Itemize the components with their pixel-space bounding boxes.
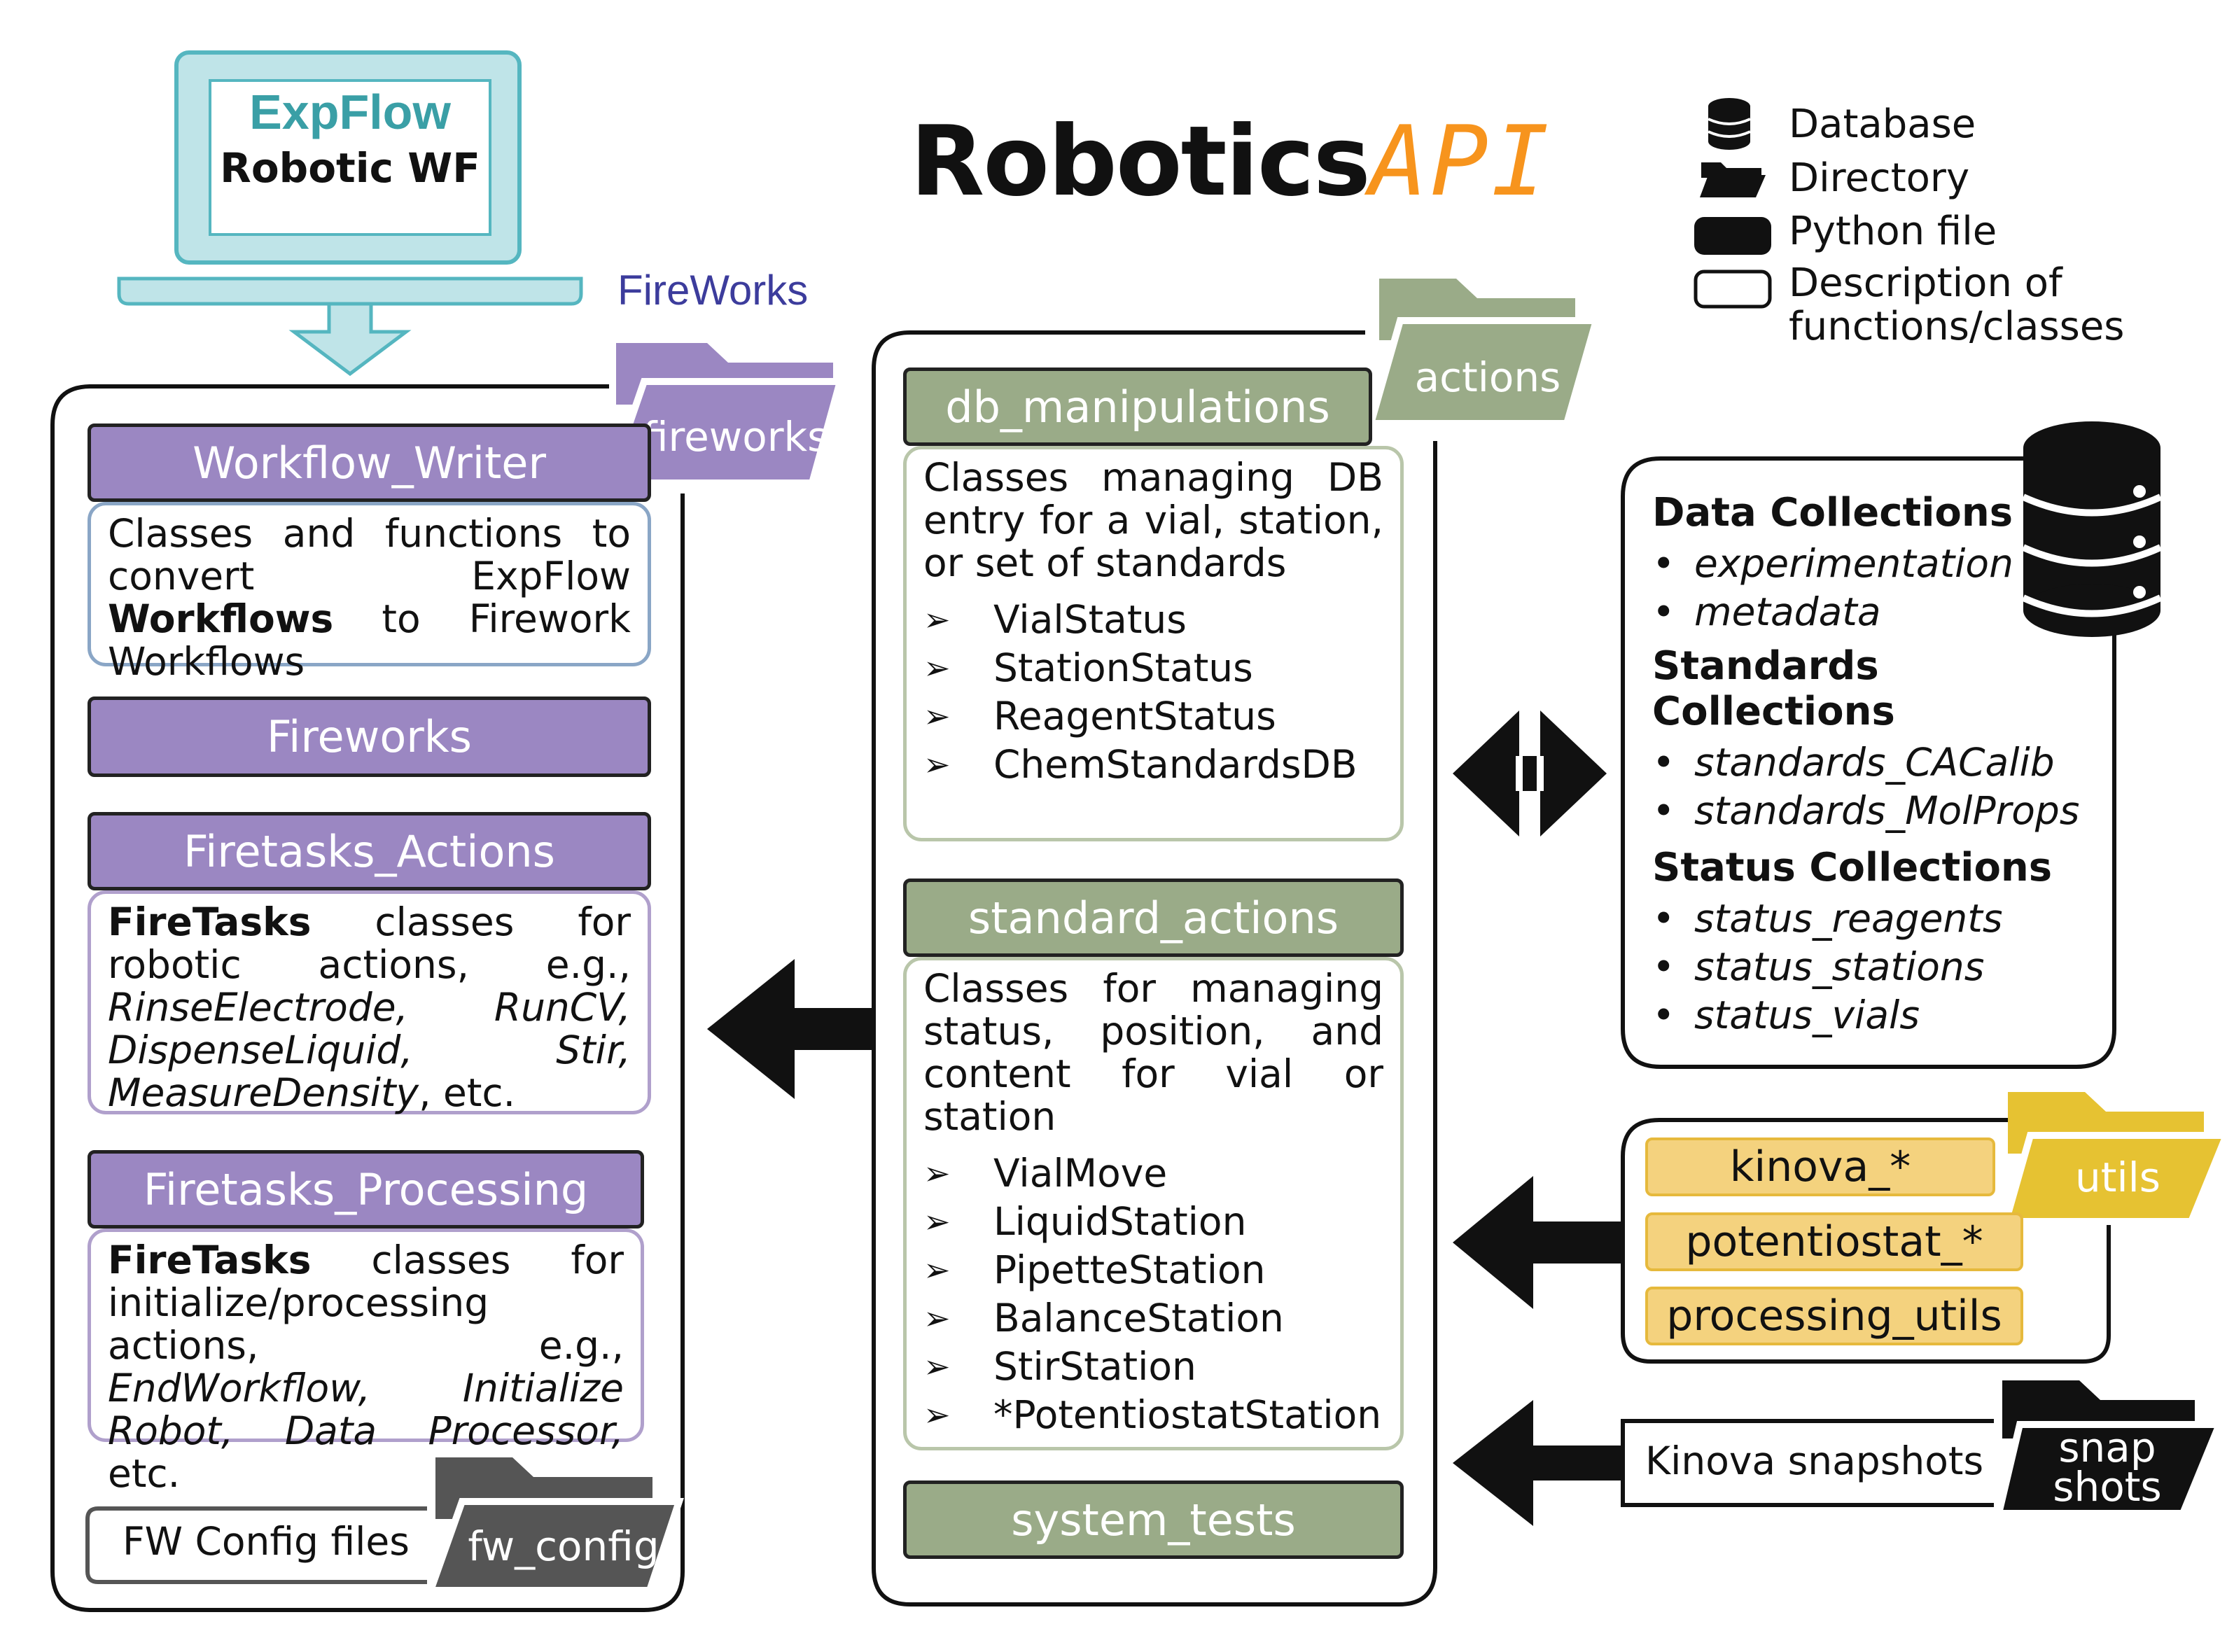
legend-python-file-label: Python file (1789, 209, 1997, 254)
list-item: ➢ StirStation (923, 1344, 1196, 1389)
expflow-subtitle: Robotic WF (220, 144, 480, 192)
arrow-from-utils (1453, 1176, 1623, 1309)
title-main: Robotics (910, 105, 1371, 218)
legend-folder-icon (1700, 162, 1766, 197)
workflow-writer-header: Workflow_Writer (88, 424, 651, 502)
arrow-to-left-panel (707, 959, 874, 1099)
title-accent: API (1369, 105, 1553, 218)
list-item: ➢ VialMove (923, 1151, 1168, 1196)
collection-item: experimentation (1652, 540, 2086, 588)
db-manipulations-header: db_manipulations (903, 368, 1372, 446)
list-item: ➢ VialStatus (923, 597, 1187, 642)
db-manipulations-list: ➢ VialStatus ➢ StationStatus ➢ ReagentStatu… (923, 596, 1383, 789)
collection-item: standards_MolProps (1652, 787, 2086, 835)
db-manipulations-description: Classes managing DB entry for a vial, st… (903, 446, 1404, 841)
fireworks-folder-label: fireworks (643, 413, 829, 461)
list-item: ➢ ReagentStatus (923, 694, 1276, 738)
fw-config-label: FW Config files (123, 1519, 410, 1564)
fw-config-folder-label: fw_config (468, 1522, 659, 1570)
firetasks-processing-header: Firetasks_Processing (88, 1150, 644, 1228)
collection-item: standards_CACalib (1652, 738, 2086, 787)
collection-item: status_reagents (1652, 895, 2086, 943)
collection-group-title: Data Collections (1652, 490, 2013, 536)
legend-database-label: Database (1789, 102, 1976, 147)
standard-actions-list: ➢ VialMove ➢ LiquidStation ➢ PipetteStation… (923, 1149, 1383, 1439)
arrow-from-snapshots (1453, 1400, 1623, 1526)
legend-directory-label: Directory (1789, 155, 1970, 201)
utils-file-kinova: kinova_* (1645, 1138, 1995, 1196)
standard-actions-header: standard_actions (903, 878, 1404, 957)
firetasks-actions-header: Firetasks_Actions (88, 812, 651, 890)
expflow-brand: ExpFlow (249, 85, 451, 139)
collection-item: status_stations (1652, 943, 2086, 991)
actions-folder-label: actions (1414, 354, 1561, 401)
fireworks-logo: FireWorks (617, 267, 809, 314)
legend-description-icon (1694, 270, 1772, 309)
utils-folder-label: utils (2075, 1154, 2160, 1201)
list-item: ➢ BalanceStation (923, 1296, 1284, 1340)
snapshots-label: Kinova snapshots (1645, 1438, 1984, 1483)
list-item: ➢ *PotentiostatStation (923, 1392, 1382, 1437)
standard-actions-description: Classes for managing status, position, a… (903, 957, 1404, 1450)
firetasks-actions-description: FireTasks classes for robotic actions, e… (88, 890, 651, 1114)
legend-database-icon (1708, 98, 1751, 150)
expflow-logo: ExpFlow Robotic WF (210, 84, 490, 192)
legend-python-file-icon (1694, 217, 1771, 255)
actions-folder-icon (1366, 279, 1601, 427)
firetasks-processing-description: FireTasks classes for initialize/process… (88, 1228, 644, 1495)
collection-item: metadata (1652, 588, 2086, 636)
list-item: ➢ StationStatus (923, 645, 1253, 690)
list-item: ➢ LiquidStation (923, 1199, 1247, 1244)
utils-file-processing: processing_utils (1645, 1287, 2023, 1345)
collection-group-title: Standards Collections (1652, 643, 1895, 734)
legend-description-label: Description of functions/classes (1789, 260, 2125, 349)
utils-file-potentiostat: potentiostat_* (1645, 1212, 2023, 1271)
page-title: RoboticsAPI (910, 105, 1552, 218)
collection-item: status_vials (1652, 991, 2086, 1040)
system-tests-header: system_tests (903, 1480, 1404, 1559)
list-item: ➢ PipetteStation (923, 1247, 1266, 1292)
double-arrow-db (1453, 710, 1607, 836)
snapshots-folder-label: snap shots (2053, 1424, 2162, 1511)
collection-group-title: Status Collections (1652, 845, 2053, 890)
workflow-writer-description: Classes and functions to convert ExpFlow… (88, 502, 651, 683)
database-collections: Data Collections experimentation metadat… (1652, 490, 2086, 1046)
fireworks-header: Fireworks (88, 696, 651, 777)
list-item: ➢ ChemStandardsDB (923, 742, 1357, 787)
